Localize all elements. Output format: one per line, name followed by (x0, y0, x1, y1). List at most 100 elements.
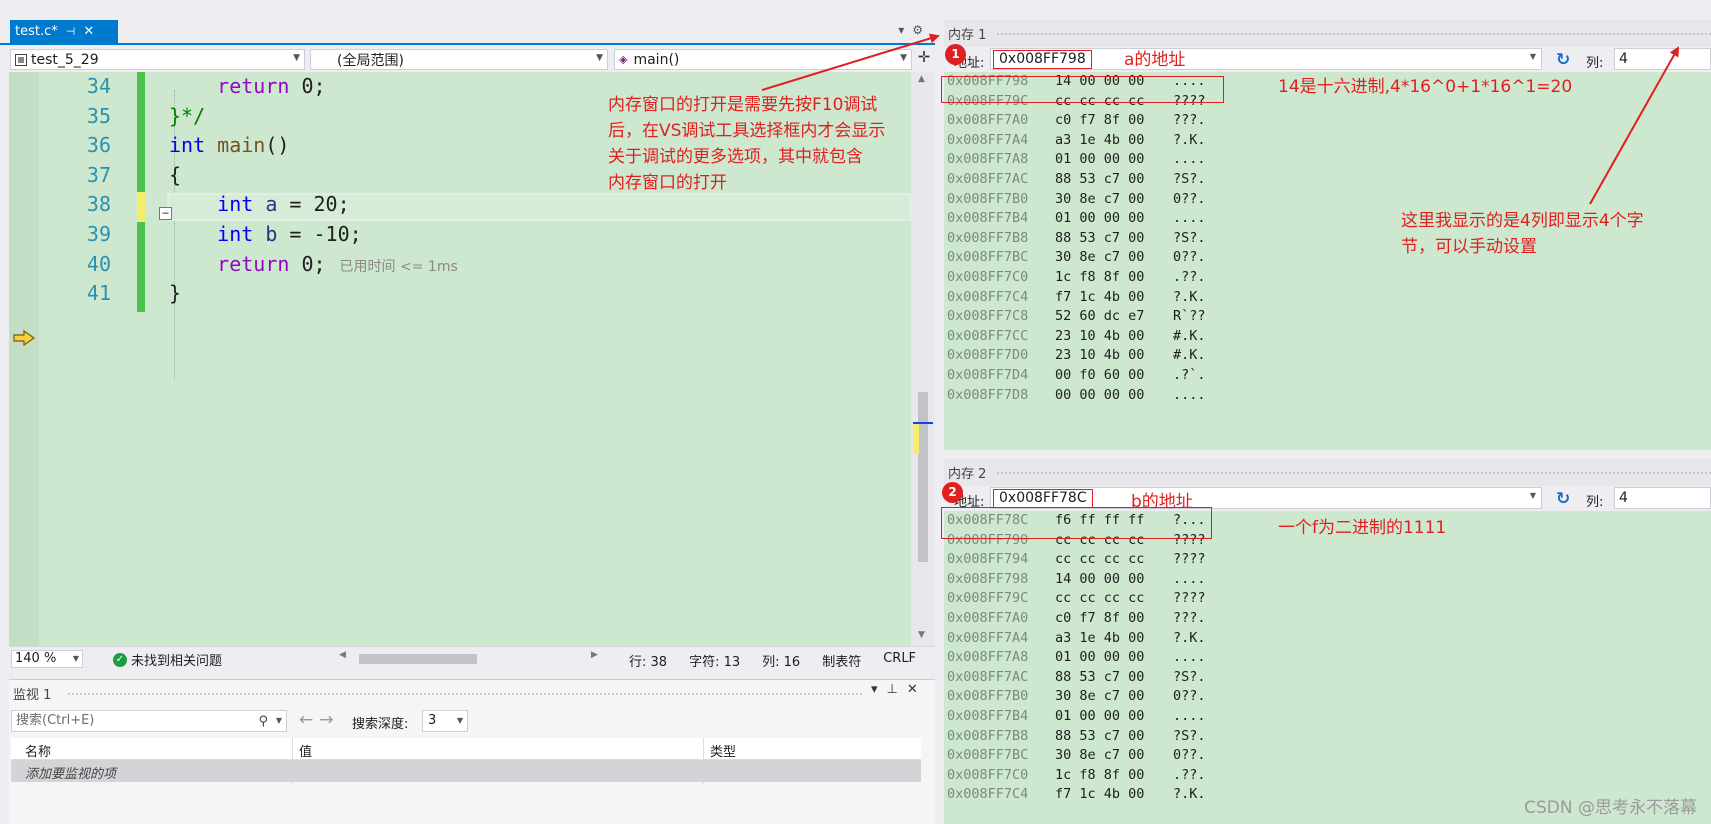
memory-bytes[interactable]: 88 53 c7 00 (1055, 170, 1173, 190)
memory-grid[interactable]: 0x008FF78C f6 ff ff ff?... 0x008FF790 cc cc… (944, 511, 1711, 824)
memory-grid[interactable]: 0x008FF798 14 00 00 00.... 0x008FF79C cc cc… (944, 72, 1711, 450)
memory-bytes[interactable]: 30 8e c7 00 (1055, 248, 1173, 268)
panel-grip[interactable] (67, 692, 862, 696)
editor-horizontal-scrollbar[interactable]: ◀ ▶ (339, 650, 599, 666)
memory-bytes[interactable]: a3 1e 4b 00 (1055, 629, 1173, 649)
eol-indicator[interactable]: CRLF (883, 651, 916, 670)
memory-bytes[interactable]: 88 53 c7 00 (1055, 727, 1173, 747)
header-type[interactable]: 类型 (710, 741, 736, 760)
memory-bytes[interactable]: 00 00 00 00 (1055, 386, 1173, 406)
search-depth-dropdown[interactable]: 3 ▼ (422, 710, 468, 732)
scroll-right-icon[interactable]: ▶ (591, 650, 598, 660)
panel-grip[interactable] (996, 471, 1711, 475)
memory-bytes[interactable]: 30 8e c7 00 (1055, 190, 1173, 210)
scroll-up-icon[interactable]: ▲ (918, 74, 925, 84)
memory-row[interactable]: 0x008FF7C4 f7 1c 4b 00 ?.K. (944, 288, 1711, 308)
panel-grip[interactable] (996, 32, 1711, 36)
memory-row[interactable]: 0x008FF7A8 01 00 00 00.... (944, 150, 1711, 170)
zoom-dropdown[interactable]: 140 % ▼ (11, 650, 83, 668)
scroll-down-icon[interactable]: ▼ (918, 630, 925, 640)
memory-row[interactable]: 0x008FF7CC 23 10 4b 00 #.K. (944, 327, 1711, 347)
memory-row[interactable]: 0x008FF7B0 30 8e c7 00 0??. (944, 687, 1711, 707)
memory-row[interactable]: 0x008FF7AC 88 53 c7 00 ?S?. (944, 170, 1711, 190)
memory-row[interactable]: 0x008FF7B0 30 8e c7 00 0??. (944, 190, 1711, 210)
memory-bytes[interactable]: f7 1c 4b 00 (1055, 785, 1173, 805)
memory-row[interactable]: 0x008FF7D4 00 f0 60 00 .?`. (944, 366, 1711, 386)
refresh-icon[interactable]: ↻ (1556, 50, 1570, 70)
add-watch-row[interactable]: 添加要监视的项 (11, 760, 921, 782)
memory-bytes[interactable]: 01 00 00 00 (1055, 707, 1173, 727)
memory-row[interactable]: 0x008FF7B8 88 53 c7 00 ?S?. (944, 727, 1711, 747)
memory-bytes[interactable]: 1c f8 8f 00 (1055, 766, 1173, 786)
memory-row[interactable]: 0x008FF7C8 52 60 dc e7 R`?? (944, 307, 1711, 327)
memory-row[interactable]: 0x008FF7B4 01 00 00 00.... (944, 707, 1711, 727)
code-lines[interactable]: return 0; }*/ int main() { int a = 20; i… (169, 72, 458, 309)
memory-bytes[interactable]: 88 53 c7 00 (1055, 668, 1173, 688)
split-editor-button[interactable]: ✛ (915, 48, 933, 71)
memory-row[interactable]: 0x008FF7C0 1c f8 8f 00.??. (944, 766, 1711, 786)
memory-row[interactable]: 0x008FF7A0 c0 f7 8f 00???. (944, 609, 1711, 629)
chevron-down-icon[interactable]: ▼ (1530, 52, 1536, 61)
search-icon[interactable]: ⚲ (258, 712, 268, 732)
search-nav-arrows[interactable]: ←→ (299, 710, 340, 730)
pin-icon[interactable]: ⊥ (887, 682, 907, 697)
chevron-down-icon[interactable]: ▾ (871, 682, 887, 697)
memory-row[interactable]: 0x008FF7A0 c0 f7 8f 00???. (944, 111, 1711, 131)
memory-bytes[interactable]: a3 1e 4b 00 (1055, 131, 1173, 151)
refresh-icon[interactable]: ↻ (1556, 489, 1570, 509)
glyph-margin[interactable] (9, 72, 39, 646)
memory-bytes[interactable]: 88 53 c7 00 (1055, 229, 1173, 249)
memory-row[interactable]: 0x008FF7A4 a3 1e 4b 00 ?.K. (944, 629, 1711, 649)
memory-row[interactable]: 0x008FF7D8 00 00 00 00.... (944, 386, 1711, 406)
memory-row[interactable]: 0x008FF794 cc cc cc cc???? (944, 550, 1711, 570)
header-value[interactable]: 值 (299, 741, 312, 760)
scroll-thumb[interactable] (359, 654, 477, 664)
memory-bytes[interactable]: 14 00 00 00 (1055, 570, 1173, 590)
memory-bytes[interactable]: 01 00 00 00 (1055, 648, 1173, 668)
issues-indicator[interactable]: ✓ 未找到相关问题 (113, 650, 222, 669)
memory-bytes[interactable]: 52 60 dc e7 (1055, 307, 1173, 327)
close-icon[interactable]: ✕ (907, 682, 927, 697)
close-icon[interactable]: ✕ (83, 24, 94, 39)
memory-row[interactable]: 0x008FF7A4 a3 1e 4b 00 ?.K. (944, 131, 1711, 151)
address-input[interactable]: 0x008FF78C ▼ (990, 487, 1542, 509)
scroll-thumb[interactable] (918, 392, 928, 562)
gear-icon[interactable]: ⚙ (912, 23, 931, 37)
pin-icon[interactable]: ⊣ (66, 25, 76, 38)
watch-search-input[interactable]: 搜索(Ctrl+E) ⚲ ▼ (11, 710, 287, 732)
tab-tools[interactable]: ▾⚙ (898, 23, 931, 37)
chevron-down-icon[interactable]: ▼ (1530, 491, 1536, 500)
memory-bytes[interactable]: f7 1c 4b 00 (1055, 288, 1173, 308)
arrow-left-icon[interactable]: ← (299, 710, 319, 730)
memory-row[interactable]: 0x008FF7D0 23 10 4b 00 #.K. (944, 346, 1711, 366)
address-input[interactable]: 0x008FF798 ▼ (990, 48, 1542, 70)
tabs-indicator[interactable]: 制表符 (822, 651, 861, 670)
project-dropdown[interactable]: test_5_29 ▼ (10, 49, 305, 70)
function-dropdown[interactable]: ◈ main() ▼ (614, 49, 912, 70)
memory-row[interactable]: 0x008FF7A8 01 00 00 00.... (944, 648, 1711, 668)
memory-bytes[interactable]: 23 10 4b 00 (1055, 327, 1173, 347)
memory-bytes[interactable]: cc cc cc cc (1055, 550, 1173, 570)
header-name[interactable]: 名称 (25, 741, 51, 760)
chevron-down-icon[interactable]: ▼ (276, 711, 282, 731)
memory-bytes[interactable]: 00 f0 60 00 (1055, 366, 1173, 386)
memory-row[interactable]: 0x008FF7BC 30 8e c7 00 0??. (944, 746, 1711, 766)
arrow-right-icon[interactable]: → (319, 710, 339, 730)
memory-bytes[interactable]: 30 8e c7 00 (1055, 687, 1173, 707)
memory-bytes[interactable]: 23 10 4b 00 (1055, 346, 1173, 366)
columns-input[interactable]: 4 (1614, 487, 1711, 509)
memory-bytes[interactable]: 01 00 00 00 (1055, 209, 1173, 229)
memory-row[interactable]: 0x008FF7C0 1c f8 8f 00.??. (944, 268, 1711, 288)
memory-bytes[interactable]: 01 00 00 00 (1055, 150, 1173, 170)
chevron-down-icon[interactable]: ▾ (898, 23, 912, 37)
columns-input[interactable]: 4 (1614, 48, 1711, 70)
memory-bytes[interactable]: c0 f7 8f 00 (1055, 609, 1173, 629)
memory-bytes[interactable]: 1c f8 8f 00 (1055, 268, 1173, 288)
scroll-left-icon[interactable]: ◀ (339, 650, 346, 660)
memory-row[interactable]: 0x008FF7AC 88 53 c7 00 ?S?. (944, 668, 1711, 688)
memory-bytes[interactable]: c0 f7 8f 00 (1055, 111, 1173, 131)
tab-test-c[interactable]: test.c* ⊣ ✕ (10, 20, 118, 43)
memory-bytes[interactable]: cc cc cc cc (1055, 589, 1173, 609)
scope-dropdown[interactable]: (全局范围) ▼ (310, 49, 608, 70)
memory-bytes[interactable]: 30 8e c7 00 (1055, 746, 1173, 766)
